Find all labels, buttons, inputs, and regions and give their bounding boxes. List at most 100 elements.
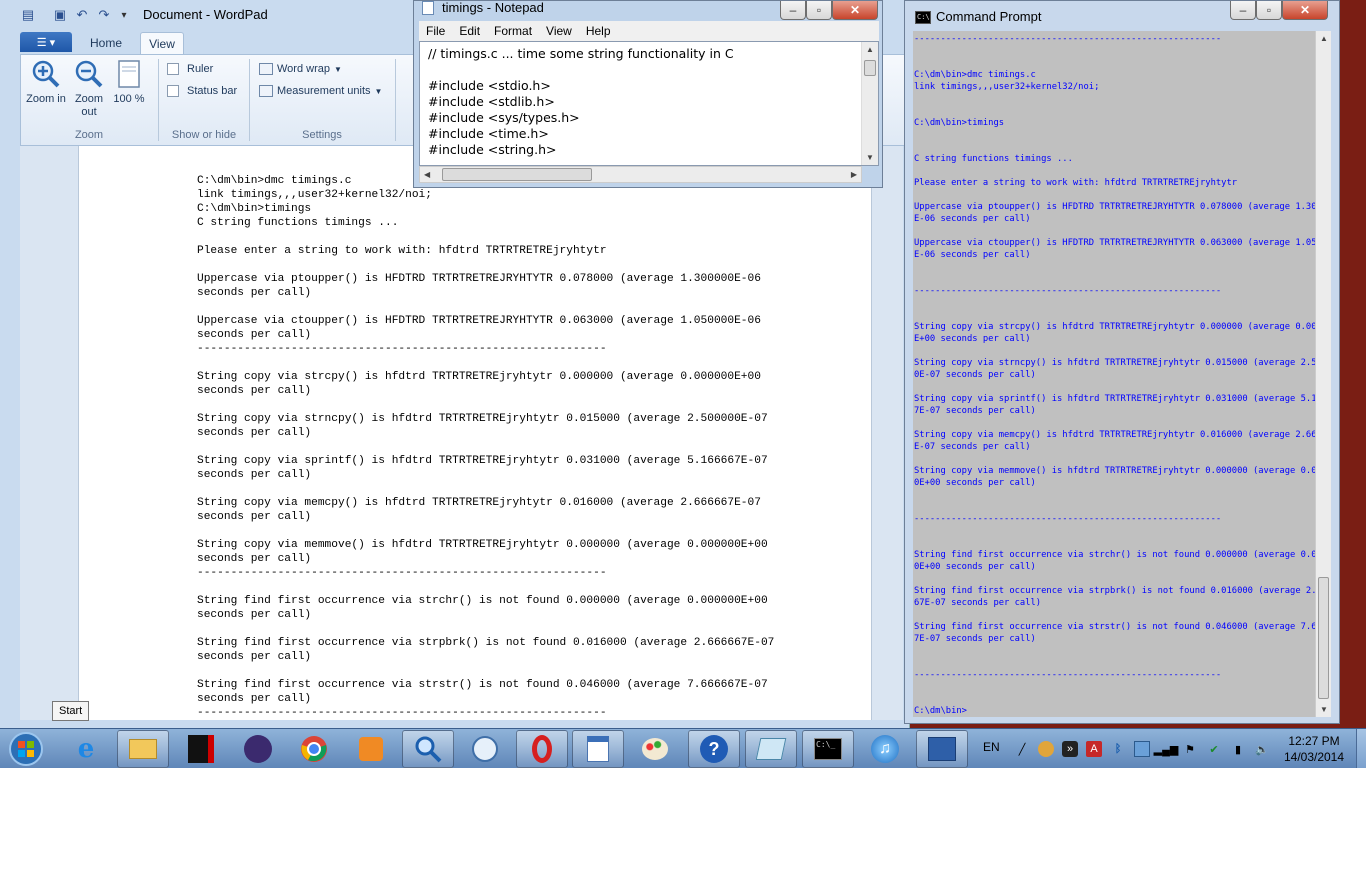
notepad-text[interactable]: // timings.c ... time some string functi…	[428, 46, 734, 158]
cmd-maximize-button[interactable]: ▫	[1256, 1, 1282, 20]
wordpad-page[interactable]: C:\dm\bin>dmc timings.c link timings,,,u…	[78, 146, 872, 720]
taskbar-dm-editor[interactable]	[175, 730, 227, 768]
ribbon-separator	[395, 59, 396, 141]
word-wrap-label: Word wrap	[277, 63, 330, 75]
taskbar-wordpad[interactable]	[572, 730, 624, 768]
cmd-minimize-button[interactable]: –	[1230, 1, 1256, 20]
wordpad-app-icon[interactable]: ▤	[20, 7, 36, 23]
scroll-up-icon[interactable]: ▲	[1320, 34, 1328, 43]
measurement-units-dropdown[interactable]: Measurement units ▼	[259, 85, 382, 97]
paint-icon	[642, 738, 668, 760]
notepad-app-icon	[422, 1, 434, 15]
redo-icon[interactable]: ↷	[96, 7, 112, 23]
menu-format[interactable]: Format	[487, 24, 539, 38]
battery-icon[interactable]: ▮	[1230, 741, 1246, 757]
flag-icon[interactable]: ⚑	[1182, 741, 1198, 757]
acrobat-icon[interactable]: A	[1086, 741, 1102, 757]
start-button[interactable]	[0, 730, 52, 768]
status-bar-checkbox[interactable]: Status bar	[167, 85, 237, 97]
taskbar-itunes[interactable]: ♫	[859, 730, 911, 768]
taskbar-eclipse[interactable]	[232, 730, 284, 768]
notepad-hscroll-thumb[interactable]	[442, 168, 592, 181]
network-app-icon	[928, 737, 956, 761]
notepad-close-button[interactable]: ✕	[832, 1, 878, 20]
notepad-vertical-scrollbar[interactable]: ▲ ▼	[861, 42, 878, 165]
taskbar-search-app[interactable]	[402, 730, 454, 768]
page-100-icon	[114, 59, 144, 89]
scroll-down-icon[interactable]: ▼	[1320, 705, 1328, 714]
language-indicator[interactable]: EN	[983, 740, 1000, 754]
notepad-maximize-button[interactable]: ▫	[806, 1, 832, 20]
help-icon: ?	[700, 735, 728, 763]
scroll-right-icon[interactable]: ▶	[851, 170, 857, 179]
safari-icon	[472, 736, 498, 762]
tab-view[interactable]: View	[140, 32, 184, 54]
zoom-out-icon	[74, 59, 104, 89]
cmd-close-button[interactable]: ✕	[1282, 1, 1328, 20]
command-prompt-title: Command Prompt	[936, 9, 1042, 24]
taskbar-media-player[interactable]	[345, 730, 397, 768]
wordpad-menu-button[interactable]: ☰ ▾	[20, 32, 72, 52]
taskbar-chrome[interactable]	[288, 730, 340, 768]
zoom-in-button[interactable]: Zoom in	[26, 59, 66, 106]
volume-icon[interactable]: 🔈	[1254, 741, 1270, 757]
cmd-vscroll-thumb[interactable]	[1318, 577, 1329, 699]
internet-explorer-icon: e	[77, 734, 95, 764]
wordpad-title: Document - WordPad	[143, 7, 268, 22]
ie-tray-icon[interactable]: »	[1062, 741, 1078, 757]
taskbar-opera[interactable]	[516, 730, 568, 768]
cmd-vertical-scrollbar[interactable]: ▲ ▼	[1315, 31, 1331, 717]
wordpad-icon	[587, 736, 609, 762]
menu-file[interactable]: File	[419, 24, 452, 38]
notepad-title: timings - Notepad	[442, 0, 544, 15]
itunes-icon: ♫	[871, 735, 899, 763]
dm-editor-icon	[188, 735, 214, 763]
notepad-vscroll-thumb[interactable]	[864, 60, 876, 76]
zoom-100-label: 100 %	[113, 93, 145, 105]
undo-icon[interactable]: ↶	[74, 7, 90, 23]
scroll-left-icon[interactable]: ◀	[424, 170, 430, 179]
settings-group-label: Settings	[302, 129, 342, 141]
wordpad-document-area[interactable]: C:\dm\bin>dmc timings.c link timings,,,u…	[20, 146, 903, 720]
show-desktop-button[interactable]	[1356, 729, 1366, 768]
notepad-horizontal-scrollbar[interactable]: ◀ ▶	[419, 166, 862, 183]
menu-view[interactable]: View	[539, 24, 579, 38]
save-icon[interactable]: ▣	[52, 7, 68, 23]
console-output[interactable]: ----------------------------------------…	[914, 33, 1331, 717]
pen-icon[interactable]: ╱	[1014, 741, 1030, 757]
taskbar-notepad[interactable]	[745, 730, 797, 768]
taskbar-file-explorer[interactable]	[117, 730, 169, 768]
eclipse-icon	[244, 735, 272, 763]
taskbar-network-app[interactable]	[916, 730, 968, 768]
menu-help[interactable]: Help	[579, 24, 618, 38]
taskbar-help[interactable]: ?	[688, 730, 740, 768]
scroll-up-icon[interactable]: ▲	[866, 45, 874, 54]
menu-edit[interactable]: Edit	[452, 24, 487, 38]
taskbar-safari[interactable]	[459, 730, 511, 768]
taskbar-internet-explorer[interactable]: e	[60, 730, 112, 768]
taskbar-command-prompt[interactable]: C:\_	[802, 730, 854, 768]
bluetooth-icon[interactable]: ᛒ	[1110, 741, 1126, 757]
printer-icon[interactable]	[1038, 741, 1054, 757]
customize-icon[interactable]: ▾	[116, 7, 132, 23]
opera-icon	[532, 735, 552, 763]
system-clock[interactable]: 12:27 PM 14/03/2014	[1276, 733, 1352, 765]
command-prompt-console[interactable]: ----------------------------------------…	[913, 31, 1331, 717]
status-bar-checkbox-box	[167, 85, 179, 97]
notepad-window[interactable]: timings - Notepad – ▫ ✕ File Edit Format…	[413, 0, 883, 188]
chrome-icon	[301, 736, 327, 762]
network-share-icon[interactable]	[1134, 741, 1150, 757]
scroll-down-icon[interactable]: ▼	[866, 153, 874, 162]
taskbar-paint[interactable]	[629, 730, 681, 768]
tab-home[interactable]: Home	[80, 32, 132, 54]
zoom-100-button[interactable]: 100 %	[111, 59, 147, 106]
word-wrap-dropdown[interactable]: Word wrap ▼	[259, 63, 342, 75]
ruler-checkbox[interactable]: Ruler	[167, 63, 213, 75]
notepad-minimize-button[interactable]: –	[780, 1, 806, 20]
security-check-icon[interactable]: ✔	[1206, 741, 1222, 757]
signal-icon[interactable]: ▂▄▆	[1154, 741, 1179, 757]
notepad-text-area[interactable]: // timings.c ... time some string functi…	[419, 41, 879, 166]
zoom-out-button[interactable]: Zoom out	[69, 59, 109, 119]
wordpad-document-text[interactable]: C:\dm\bin>dmc timings.c link timings,,,u…	[197, 174, 774, 720]
command-prompt-window[interactable]: C:\ Command Prompt – ▫ ✕ ---------------…	[904, 0, 1340, 724]
